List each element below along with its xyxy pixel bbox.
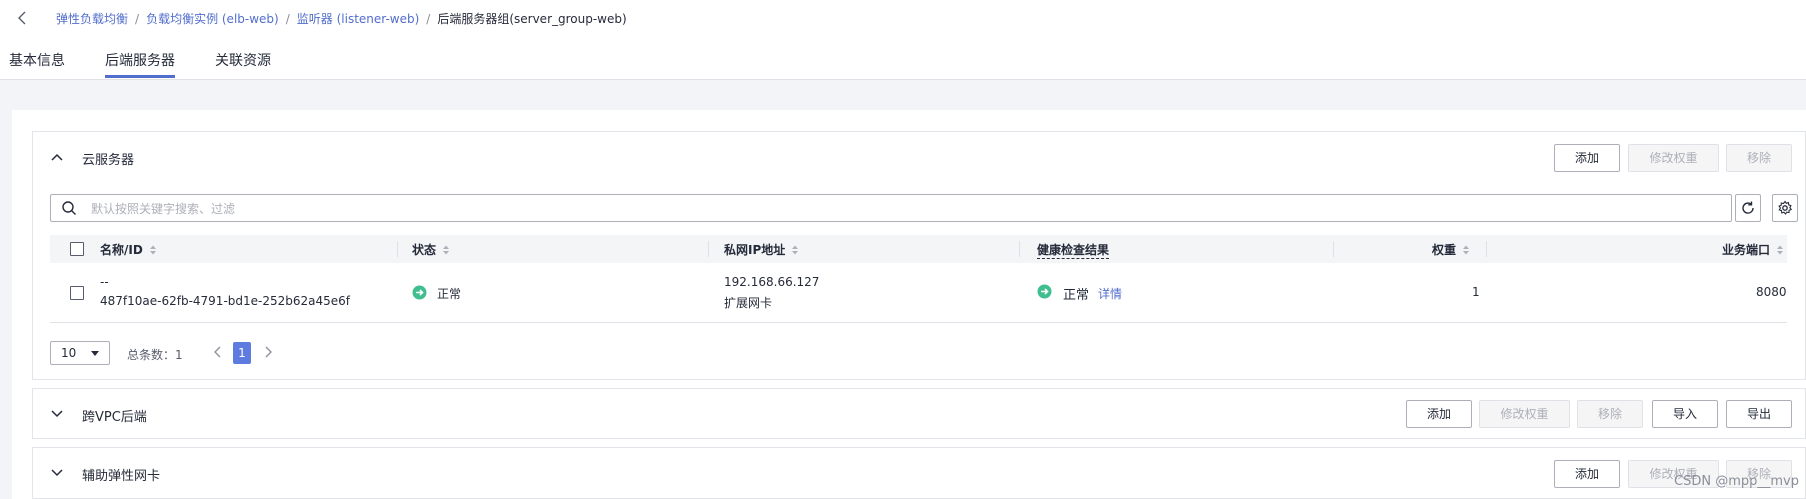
- column-header-health-check[interactable]: 健康检查结果: [1037, 241, 1110, 259]
- column-header-private-ip[interactable]: 私网IP地址: [724, 241, 799, 258]
- health-details-link[interactable]: 详情: [1098, 285, 1122, 302]
- sort-icon[interactable]: [791, 244, 799, 256]
- total-count: 总条数：1: [127, 348, 183, 362]
- column-header-status[interactable]: 状态: [412, 241, 450, 258]
- breadcrumb-separator: /: [426, 12, 431, 26]
- server-weight: 1: [1472, 285, 1480, 299]
- page-size-select[interactable]: 10: [50, 341, 110, 365]
- health-ok-icon: [1037, 284, 1052, 299]
- secondary-nic-panel: [32, 447, 1806, 499]
- search-input[interactable]: [89, 199, 1693, 219]
- add-button[interactable]: 添加: [1406, 400, 1472, 428]
- next-page-icon[interactable]: [262, 345, 274, 359]
- status-ok-icon: [412, 285, 427, 300]
- breadcrumb: 弹性负载均衡 / 负载均衡实例 (elb-web) / 监听器 (listener-we…: [56, 10, 627, 27]
- server-id[interactable]: 487f10ae-62fb-4791-bd1e-252b62a45e6f: [100, 294, 350, 308]
- server-name[interactable]: --: [100, 275, 109, 289]
- chevron-down-icon[interactable]: [50, 466, 64, 480]
- server-ip: 192.168.66.127: [724, 275, 820, 289]
- breadcrumb-separator: /: [285, 12, 290, 26]
- top-bar: 弹性负载均衡 / 负载均衡实例 (elb-web) / 监听器 (listener-we…: [0, 0, 1806, 36]
- sort-icon[interactable]: [442, 244, 450, 256]
- breadcrumb-current: 后端服务器组(server_group-web): [437, 12, 627, 26]
- gear-icon: [1778, 200, 1793, 215]
- add-button[interactable]: 添加: [1554, 144, 1620, 172]
- breadcrumb-elb-instance[interactable]: 负载均衡实例 (elb-web): [146, 12, 279, 26]
- secondary-nic-title: 辅助弹性网卡: [82, 469, 161, 484]
- active-tab-indicator: [105, 75, 175, 78]
- column-divider: [397, 241, 398, 257]
- table-row: -- 487f10ae-62fb-4791-bd1e-252b62a45e6f …: [50, 263, 1787, 323]
- column-divider: [708, 241, 709, 257]
- server-status: 正常: [437, 287, 462, 301]
- tab-related-resources[interactable]: 关联资源: [215, 50, 271, 70]
- page-1-button[interactable]: 1: [233, 342, 251, 364]
- page-size-value: 10: [61, 346, 77, 360]
- sort-icon[interactable]: [149, 244, 157, 256]
- watermark: CSDN @mpp__mvp: [1674, 474, 1799, 489]
- tab-basic-info[interactable]: 基本信息: [9, 50, 65, 70]
- server-port: 8080: [1756, 285, 1787, 299]
- breadcrumb-separator: /: [135, 12, 140, 26]
- back-arrow-icon[interactable]: [14, 9, 32, 27]
- modify-weight-button[interactable]: 修改权重: [1628, 144, 1719, 172]
- refresh-icon: [1742, 201, 1754, 214]
- remove-button[interactable]: 移除: [1726, 144, 1792, 172]
- search-box: [50, 194, 1732, 222]
- column-divider: [1486, 241, 1487, 257]
- export-button[interactable]: 导出: [1726, 400, 1792, 428]
- breadcrumb-elb[interactable]: 弹性负载均衡: [56, 12, 128, 26]
- server-ip-type: 扩展网卡: [724, 296, 773, 310]
- sort-icon[interactable]: [1462, 244, 1470, 256]
- cross-vpc-title: 跨VPC后端: [82, 410, 147, 425]
- chevron-down-icon[interactable]: [50, 407, 64, 421]
- column-header-port[interactable]: 业务端口: [1722, 241, 1784, 258]
- table-header: 名称/ID 状态 私网IP地址 健康检查结果 权重 业务端口: [50, 235, 1787, 263]
- column-header-weight[interactable]: 权重: [1432, 241, 1470, 258]
- import-button[interactable]: 导入: [1652, 400, 1718, 428]
- column-header-name[interactable]: 名称/ID: [100, 241, 157, 258]
- column-divider: [1333, 241, 1334, 257]
- caret-down-icon: [91, 351, 99, 356]
- tab-bar: 基本信息 后端服务器 关联资源: [0, 36, 1806, 80]
- settings-button[interactable]: [1772, 194, 1798, 222]
- tab-backend-servers[interactable]: 后端服务器: [105, 50, 175, 70]
- remove-button[interactable]: 移除: [1577, 400, 1643, 428]
- health-status: 正常: [1063, 288, 1090, 303]
- row-checkbox[interactable]: [70, 286, 84, 300]
- prev-page-icon[interactable]: [212, 345, 224, 359]
- column-divider: [1019, 241, 1020, 257]
- select-all-checkbox[interactable]: [70, 242, 84, 256]
- refresh-button[interactable]: [1735, 194, 1761, 222]
- sort-icon[interactable]: [1776, 244, 1784, 256]
- chevron-up-icon[interactable]: [50, 150, 64, 164]
- breadcrumb-listener[interactable]: 监听器 (listener-web): [297, 12, 420, 26]
- cloud-servers-title: 云服务器: [82, 153, 135, 168]
- add-button[interactable]: 添加: [1554, 460, 1620, 488]
- search-icon: [62, 201, 76, 215]
- modify-weight-button[interactable]: 修改权重: [1479, 400, 1570, 428]
